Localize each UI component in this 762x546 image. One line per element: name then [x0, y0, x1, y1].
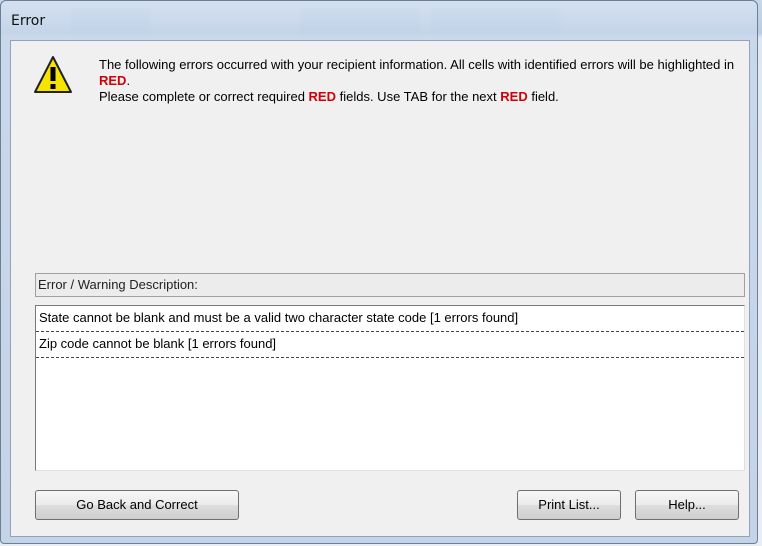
help-button[interactable]: Help...: [635, 490, 739, 520]
warning-icon: [34, 56, 72, 93]
print-list-button[interactable]: Print List...: [517, 490, 621, 520]
dialog-client-area: The following errors occurred with your …: [10, 40, 750, 537]
list-item[interactable]: Zip code cannot be blank [1 errors found…: [36, 332, 744, 358]
error-list[interactable]: State cannot be blank and must be a vali…: [35, 305, 745, 471]
message-line-1: The following errors occurred with your …: [99, 57, 735, 88]
error-list-header: Error / Warning Description:: [35, 273, 745, 297]
error-message: The following errors occurred with your …: [99, 57, 739, 105]
error-dialog: Error The following errors occurred with…: [0, 0, 758, 544]
go-back-button[interactable]: Go Back and Correct: [35, 490, 239, 520]
list-item[interactable]: State cannot be blank and must be a vali…: [36, 306, 744, 332]
message-line-2: Please complete or correct required RED …: [99, 89, 559, 104]
title-bar[interactable]: Error: [1, 1, 757, 41]
window-title: Error: [11, 13, 46, 29]
